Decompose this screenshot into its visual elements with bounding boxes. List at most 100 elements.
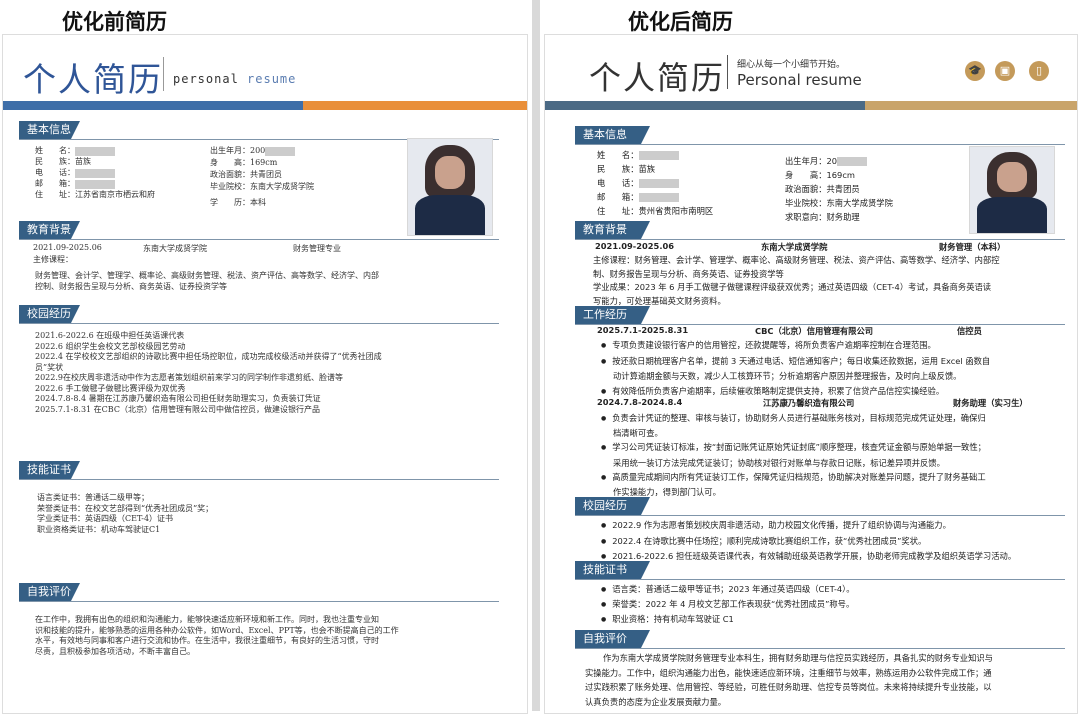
list-item: 专项负责建设银行客户的信用管控，还款提醒等，将所负责客户逾期率控制在合理范围。 [601,338,990,354]
blurred-name [638,151,679,160]
campus-list: 2022.9 作为志愿者策划校庆周非遗活动，助力校园文化传播，提升了组织协调与沟… [601,518,1016,565]
list-item: 2021.6-2022.6 在班级中担任英语课代表 [35,331,185,340]
resume-title: 个人简历 [23,60,163,99]
list-item: 员”奖状 [35,362,64,372]
tagline: 细心从每一个小细节开始。 [737,60,846,70]
edu-school: 东南大学成贤学院 [143,244,207,253]
list-item: 高质量完成期间内所有凭证装订工作，保障凭证归档规范，协助解决对账差异问题，提升了… [601,470,986,485]
basic-right-col: 出生年月：20 身 高：169cm 政治面貌：共青团员 毕业院校：东南大学成贤学… [785,156,893,222]
list-item: 负责会计凭证的整理、审核与装订，协助财务人员进行基础账务核对，目标规范完成凭证处… [601,411,986,426]
divider [532,0,540,711]
work1-bullets: 专项负责建设银行客户的信用管控，还款提醒等，将所负责客户逾期率控制在合理范围。 … [601,338,990,399]
blurred-email [75,179,115,189]
photo-avatar [969,146,1055,234]
blurred-birth [265,146,296,156]
skills-list: 语言类证书：普通话二级甲等； 荣誉类证书：在校文艺部得到“优秀社团成员”奖； 学… [37,493,213,535]
section-line [19,323,499,324]
header-band-blue [545,101,865,110]
subtitle-resume: resume [247,72,297,86]
basic-right-col: 出生年月：200 身 高：169cm 政治面貌：共青团员 毕业院校：东南大学成贤… [210,146,314,207]
list-item: 荣誉类：2022 年 4 月校文艺部工作表现获“优秀社团成员”称号。 [601,597,855,612]
edu-courses-label: 主修课程： [33,255,73,264]
header-band-gold [865,101,1077,110]
edu-school: 东南大学成贤学院 [761,242,828,252]
section-line [19,479,499,480]
blurred-phone [75,168,115,178]
basic-left-col: 姓 名： 民 族：苗族 电 话： 邮 箱： 住 址：贵州省贵阳市南明区 [597,150,714,216]
list-item: 2021.6-2022.6 担任班级英语课代表，有效辅助班级英语教学开展，协助老… [601,549,1016,565]
resume-subtitle: personal resume [173,72,296,86]
header-band-blue [3,101,303,110]
edu-major: 财务管理专业 [293,244,341,253]
briefcase-icon: ▣ [995,61,1015,81]
basic-left-col: 姓 名： 民 族：苗族 电 话： 邮 箱： 住 址：江苏省南京市栖云和府 [35,146,155,199]
skills-list: 语言类：普通话二级甲等证书；2023 年通过英语四级（CET-4）。 荣誉类：2… [601,582,855,627]
blurred-name [75,146,115,156]
edu-period: 2021.09-2025.06 [33,243,102,252]
work1-company: CBC（北京）信用管理有限公司 [755,326,874,336]
list-item: 2022.9 作为志愿者策划校庆周非遗活动，助力校园文化传播，提升了组织协调与沟… [601,518,1016,534]
list-item: 2022.6 手工做毽子做毽比赛评级为双优秀 [35,383,186,393]
list-item: 2025.7.1-8.31 在CBC（北京）信用管理有限公司中做信控员，做建设银… [35,404,320,414]
section-line [575,515,1065,516]
resume-after: 个人简历 细心从每一个小细节开始。 Personal resume 🎓 ▣ ▯ … [544,34,1078,714]
phone-icon: ▯ [1029,61,1049,81]
list-item: 学业类证书：英语四级（CET-4）证书 [37,514,174,523]
resume-before: 个人简历 personal resume 基本信息 姓 名： 民 族：苗族 电 … [2,34,528,714]
work1-period: 2025.7.1-2025.8.31 [597,325,689,335]
section-edu: 教育背景 [575,221,650,239]
campus-list: 2021.6-2022.6 在班级中担任英语课代表 2022.6 组织学生会校文… [35,331,382,415]
blurred-phone [638,179,679,188]
section-edu: 教育背景 [19,221,80,239]
list-item: 2024.7.8-8.4 暑期在江苏康乃馨织造有限公司担任财务助理实习，负责装订… [35,394,321,403]
title-divider [163,57,164,91]
resume-subtitle: Personal resume [737,71,862,89]
list-item: 语言类：普通话二级甲等证书；2023 年通过英语四级（CET-4）。 [601,582,854,597]
list-item: 2022.4 在诗歌比赛中任场控；顺利完成诗歌比赛组织工作，获“优秀社团成员”奖… [601,534,1016,550]
section-skills: 技能证书 [19,461,80,479]
section-basic: 基本信息 [19,121,80,139]
section-campus: 校园经历 [575,497,650,515]
resume-title: 个人简历 [589,59,726,97]
edu-period: 2021.09-2025.06 [595,241,675,251]
section-work: 工作经历 [575,306,650,324]
edu-major: 财务管理（本科） [939,242,1006,252]
self-evaluation: 在工作中，我拥有出色的组织和沟通能力，能够快速适应新环境和新工作。同时，我也注重… [35,615,399,656]
section-self: 自我评价 [575,630,650,648]
section-line [575,144,1065,145]
work2-period: 2024.7.8-2024.8.4 [597,397,683,407]
header-band-orange [303,101,527,110]
work2-bullets: 负责会计凭证的整理、审核与装订，协助财务人员进行基础账务核对，目标规范完成凭证处… [601,411,986,499]
edu-courses: 财务管理、会计学、管理学、概率论、高级财务管理、税法、资产评估、高等数学、经济学… [35,271,379,291]
title-divider [727,55,728,89]
work2-role: 财务助理（实习生） [953,398,1028,408]
list-item: 学习公司凭证装订标准，按“封面记账凭证原始凭证封底”顺序整理，核查凭证金额与原始… [601,440,986,455]
blurred-birth [837,157,868,166]
caption-before: 优化前简历 [62,10,167,34]
edu-details: 主修课程：财务管理、会计学、管理学、概率论、高级财务管理、税法、资产评估、高等数… [593,255,1000,306]
section-line [575,648,1065,649]
section-skills: 技能证书 [575,561,650,579]
section-campus: 校园经历 [19,305,80,323]
section-line [19,239,499,240]
graduation-cap-icon: 🎓 [965,61,985,81]
list-item: 2022.4 在学校校文艺部组织的诗歌比赛中担任场控职位，成功完成校级活动并获得… [35,352,382,361]
list-item: 语言类证书：普通话二级甲等； [37,493,149,502]
self-evaluation: 作为东南大学成贤学院财务管理专业本科生，拥有财务助理与信控员实践经历，具备扎实的… [585,653,993,707]
blurred-email [638,193,679,202]
list-item: 2022.9在校庆周非遗活动中作为志愿者策划组织前来学习的同学制作非遗剪纸、脸谱… [35,373,343,382]
section-line [19,601,499,602]
section-line [575,579,1065,580]
list-item: 职业资格类证书：机动车驾驶证C1 [37,524,161,534]
section-self: 自我评价 [19,583,80,601]
list-item: 2022.6 组织学生会校文艺部校级园艺劳动 [35,341,186,351]
section-line [575,239,1065,240]
work1-role: 信控员 [957,326,982,336]
subtitle-personal: personal [173,72,239,86]
caption-after: 优化后简历 [628,10,733,34]
photo-avatar [407,138,493,236]
list-item: 荣誉类证书：在校文艺部得到“优秀社团成员”奖； [37,503,214,513]
section-basic: 基本信息 [575,126,650,144]
work2-company: 江苏康乃馨织造有限公司 [763,398,855,408]
list-item: 职业资格：持有机动车驾驶证 C1 [601,612,855,627]
